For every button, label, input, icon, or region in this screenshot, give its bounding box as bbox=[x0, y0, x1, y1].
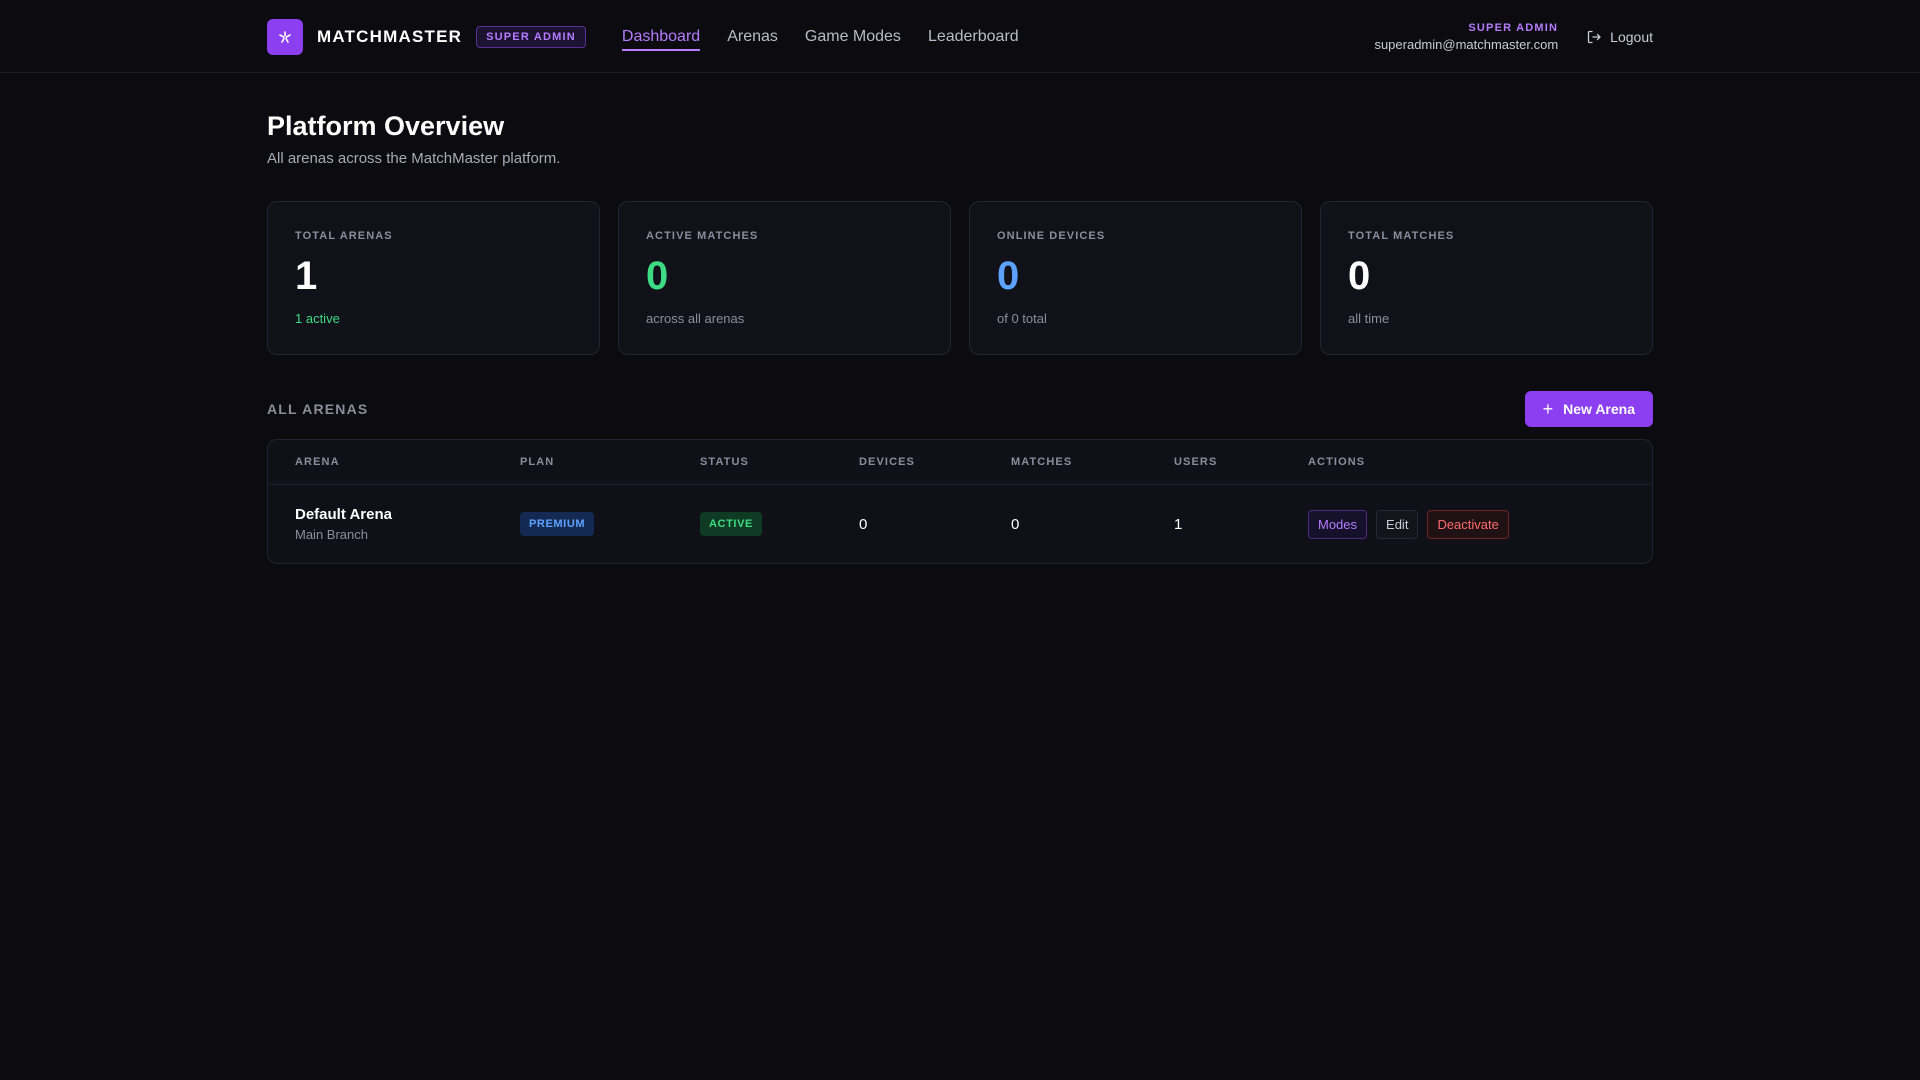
arena-branch: Main Branch bbox=[295, 527, 368, 542]
stat-value: 0 bbox=[1348, 254, 1371, 298]
arena-cell: Default Arena Main Branch bbox=[295, 506, 520, 542]
arena-name: Default Arena bbox=[295, 506, 392, 523]
nav-leaderboard[interactable]: Leaderboard bbox=[928, 0, 1019, 73]
nav-arenas[interactable]: Arenas bbox=[727, 0, 778, 73]
plus-icon: + bbox=[1542, 398, 1554, 419]
row-actions: Modes Edit Deactivate bbox=[1308, 509, 1652, 539]
arenas-table: ARENA PLAN STATUS DEVICES MATCHES USERS … bbox=[267, 439, 1653, 564]
logout-icon bbox=[1588, 30, 1601, 43]
plan-badge: PREMIUM bbox=[520, 512, 595, 536]
stat-sub: across all arenas bbox=[646, 311, 745, 326]
page-subtitle: All arenas across the MatchMaster platfo… bbox=[267, 150, 561, 167]
role-badge: SUPER ADMIN bbox=[476, 25, 586, 48]
stat-value: 0 bbox=[997, 254, 1020, 298]
status-cell: ACTIVE bbox=[700, 512, 859, 536]
header-right: SUPER ADMIN superadmin@matchmaster.com L… bbox=[1374, 22, 1653, 52]
matches-count: 0 bbox=[1011, 515, 1020, 533]
nav-dashboard[interactable]: Dashboard bbox=[621, 0, 701, 73]
status-badge: ACTIVE bbox=[700, 512, 762, 536]
main-content: Platform Overview All arenas across the … bbox=[267, 73, 1653, 564]
table-row: Default Arena Main Branch PREMIUM ACTIVE… bbox=[268, 485, 1652, 563]
user-email: superadmin@matchmaster.com bbox=[1374, 36, 1559, 52]
new-arena-button[interactable]: + New Arena bbox=[1524, 391, 1653, 427]
logo-spark-icon[interactable] bbox=[267, 18, 303, 55]
column-header-matches: MATCHES bbox=[1011, 456, 1073, 468]
stat-card-online-devices: ONLINE DEVICES 0 of 0 total bbox=[969, 201, 1302, 355]
devices-count: 0 bbox=[859, 515, 868, 533]
stat-value: 1 bbox=[295, 254, 318, 298]
actions-cell: Modes Edit Deactivate bbox=[1308, 509, 1652, 539]
stat-label: ONLINE DEVICES bbox=[997, 230, 1106, 242]
stat-card-active-matches: ACTIVE MATCHES 0 across all arenas bbox=[618, 201, 951, 355]
nav-game-modes[interactable]: Game Modes bbox=[805, 0, 901, 73]
spark-icon bbox=[279, 30, 291, 43]
column-header-status: STATUS bbox=[700, 456, 749, 468]
stat-sub: all time bbox=[1348, 311, 1390, 326]
column-header-arena: ARENA bbox=[295, 456, 340, 468]
users-count: 1 bbox=[1174, 515, 1183, 533]
top-header: MATCHMASTER SUPER ADMIN Dashboard Arenas… bbox=[0, 0, 1920, 73]
user-role: SUPER ADMIN bbox=[1468, 21, 1559, 34]
logout-button[interactable]: Logout bbox=[1586, 29, 1653, 45]
stat-card-total-arenas: TOTAL ARENAS 1 1 active bbox=[267, 201, 600, 355]
modes-button[interactable]: Modes bbox=[1308, 509, 1368, 539]
stat-value: 0 bbox=[646, 254, 669, 298]
brand-name: MATCHMASTER bbox=[317, 26, 463, 46]
stat-label: TOTAL MATCHES bbox=[1348, 230, 1455, 242]
user-info: SUPER ADMIN superadmin@matchmaster.com bbox=[1374, 22, 1558, 52]
stat-card-total-matches: TOTAL MATCHES 0 all time bbox=[1320, 201, 1653, 355]
new-arena-label: New Arena bbox=[1563, 401, 1635, 417]
column-header-actions: ACTIONS bbox=[1308, 456, 1366, 468]
logout-label: Logout bbox=[1610, 28, 1653, 45]
section-title: ALL ARENAS bbox=[267, 401, 369, 417]
column-header-plan: PLAN bbox=[520, 456, 555, 468]
header-inner: MATCHMASTER SUPER ADMIN Dashboard Arenas… bbox=[267, 0, 1653, 73]
stats-row: TOTAL ARENAS 1 1 active ACTIVE MATCHES 0… bbox=[267, 201, 1653, 355]
main-nav: Dashboard Arenas Game Modes Leaderboard bbox=[621, 0, 1046, 73]
stat-sub: of 0 total bbox=[997, 311, 1047, 326]
stat-label: ACTIVE MATCHES bbox=[646, 230, 759, 242]
stat-label: TOTAL ARENAS bbox=[295, 230, 393, 242]
arenas-section-header: ALL ARENAS + New Arena bbox=[267, 391, 1653, 427]
table-header: ARENA PLAN STATUS DEVICES MATCHES USERS … bbox=[268, 440, 1652, 485]
stat-sub: 1 active bbox=[295, 311, 340, 326]
deactivate-button[interactable]: Deactivate bbox=[1427, 509, 1509, 539]
column-header-devices: DEVICES bbox=[859, 456, 915, 468]
plan-cell: PREMIUM bbox=[520, 512, 700, 536]
page-title: Platform Overview bbox=[267, 111, 505, 141]
edit-button[interactable]: Edit bbox=[1376, 509, 1419, 539]
column-header-users: USERS bbox=[1174, 456, 1218, 468]
